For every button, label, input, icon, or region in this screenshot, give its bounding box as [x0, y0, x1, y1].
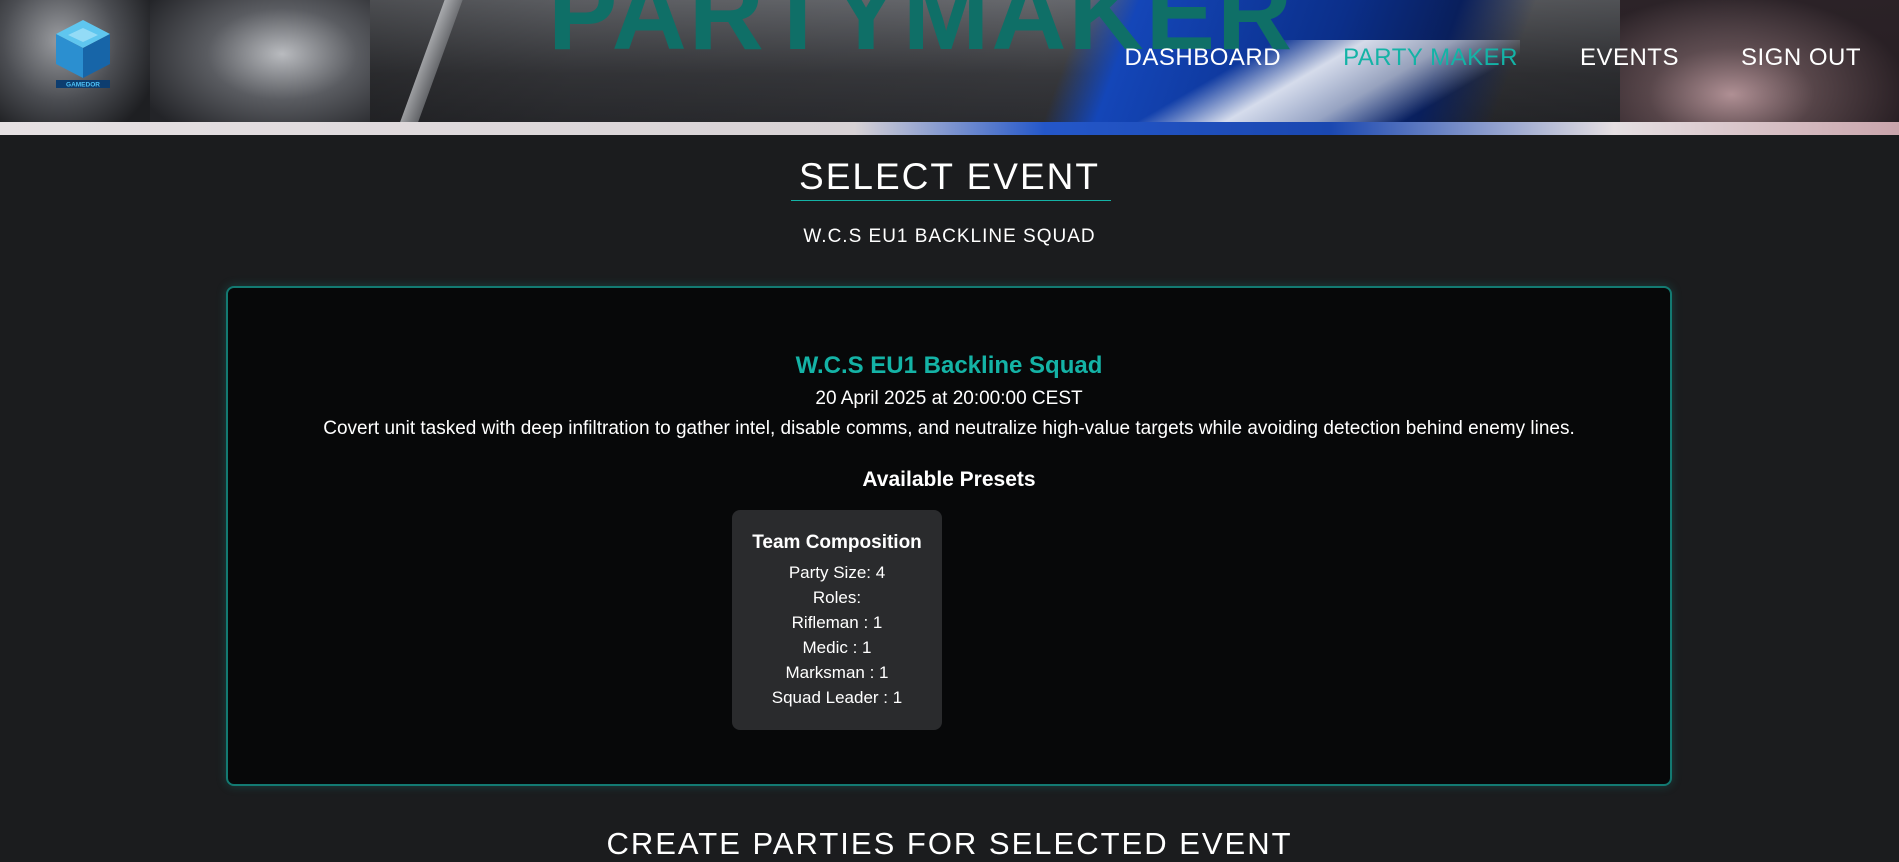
select-event-title: SELECT EVENT: [799, 156, 1100, 197]
header-banner: PARTYMAKER GAMEDOR DASHBOARD PARTY MAKER…: [0, 0, 1899, 135]
preset-title: Team Composition: [752, 532, 922, 553]
event-date: 20 April 2025 at 20:00:00 CEST: [815, 388, 1083, 409]
preset-roles-label: Roles:: [812, 588, 862, 607]
preset-role-item: Medic : 1: [802, 638, 872, 657]
preset-card[interactable]: Team Composition Party Size: 4 Roles: Ri…: [732, 510, 942, 730]
banner-art-bottom-strip: [0, 122, 1899, 135]
create-parties-title: CREATE PARTIES FOR SELECTED EVENT: [606, 826, 1293, 861]
nav-dashboard[interactable]: DASHBOARD: [1125, 44, 1282, 72]
selected-event-name[interactable]: W.C.S EU1 BACKLINE SQUAD: [0, 226, 1899, 248]
event-description: Covert unit tasked with deep infiltratio…: [323, 418, 1575, 439]
title-underline: [791, 200, 1111, 201]
nav-party-maker[interactable]: PARTY MAKER: [1343, 44, 1518, 72]
preset-role-item: Squad Leader : 1: [771, 688, 903, 707]
nav-events[interactable]: EVENTS: [1580, 44, 1679, 72]
nav-sign-out[interactable]: SIGN OUT: [1741, 44, 1861, 72]
main-nav: DASHBOARD PARTY MAKER EVENTS SIGN OUT: [1125, 44, 1861, 72]
logo-text: GAMEDOR: [66, 82, 100, 89]
event-name: W.C.S EU1 Backline Squad: [795, 352, 1103, 379]
logo-cube-icon: GAMEDOR: [56, 20, 110, 89]
banner-art-knight-center: [150, 0, 370, 135]
presets-heading: Available Presets: [862, 468, 1036, 491]
preset-party-size: Party Size: 4: [788, 563, 886, 582]
preset-role-item: Rifleman : 1: [791, 613, 883, 632]
gamedor-logo[interactable]: GAMEDOR: [52, 18, 114, 100]
preset-role-item: Marksman : 1: [785, 663, 889, 682]
banner-art-blade: [395, 0, 463, 135]
event-card: W.C.S EU1 Backline Squad 20 April 2025 a…: [226, 286, 1672, 786]
